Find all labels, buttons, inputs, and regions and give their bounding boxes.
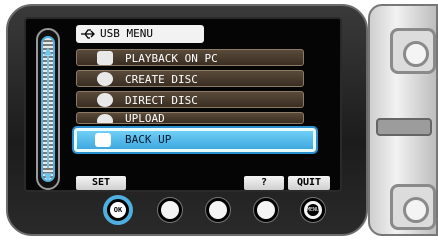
menu-item-label: CREATE DISC <box>125 73 198 86</box>
menu-item-direct-disc[interactable]: DIRECT DISC <box>76 91 304 108</box>
menu-item-back-up[interactable]: BACK UP <box>74 128 316 152</box>
touch-slider[interactable]: ▲ ▼ <box>36 28 60 190</box>
menu-item-label: UPLOAD <box>125 112 165 124</box>
arrow-up-icon[interactable]: ▲ <box>40 44 56 58</box>
direct-disc-icon <box>97 93 113 107</box>
ok-button-label: OK <box>110 202 126 218</box>
menu-item-label: BACK UP <box>125 133 172 146</box>
usb-icon <box>81 29 95 39</box>
hinge-bar <box>376 118 432 136</box>
slider-line <box>47 56 49 168</box>
quit-button[interactable]: QUIT <box>288 176 330 190</box>
hinge-latch-bottom <box>390 184 436 230</box>
backup-icon <box>95 133 111 147</box>
quit-button-label: QUIT <box>296 177 322 188</box>
globe-icon <box>97 114 113 123</box>
menu-item-label: PLAYBACK ON PC <box>125 52 218 65</box>
touch-button-2[interactable] <box>158 198 182 222</box>
menu-title: USB MENU <box>76 25 204 43</box>
menu-item-label: DIRECT DISC <box>125 94 198 107</box>
pc-icon <box>97 51 113 65</box>
help-button-label: ? <box>260 177 268 188</box>
set-button-label: SET <box>91 177 111 188</box>
set-button[interactable]: SET <box>76 176 126 190</box>
arrow-down-icon[interactable]: ▼ <box>40 170 56 184</box>
lcd-hinge <box>368 4 438 236</box>
menu-item-create-disc[interactable]: CREATE DISC <box>76 70 304 87</box>
menu-button-label: MENU <box>307 204 319 216</box>
hinge-latch-top <box>390 28 436 74</box>
lcd-screen: ▲ ▼ USB MENU PLAYBACK ON PC CREATE DISC … <box>24 17 342 192</box>
help-button[interactable]: ? <box>244 176 284 190</box>
menu-item-playback-on-pc[interactable]: PLAYBACK ON PC <box>76 49 304 66</box>
menu-item-upload[interactable]: UPLOAD <box>76 112 304 124</box>
touch-button-3[interactable] <box>206 198 230 222</box>
touch-button-4[interactable] <box>254 198 278 222</box>
ok-button[interactable]: OK <box>103 195 133 225</box>
menu-button[interactable]: MENU <box>301 198 325 222</box>
disc-icon <box>97 72 113 86</box>
menu-title-text: USB MENU <box>100 27 153 40</box>
